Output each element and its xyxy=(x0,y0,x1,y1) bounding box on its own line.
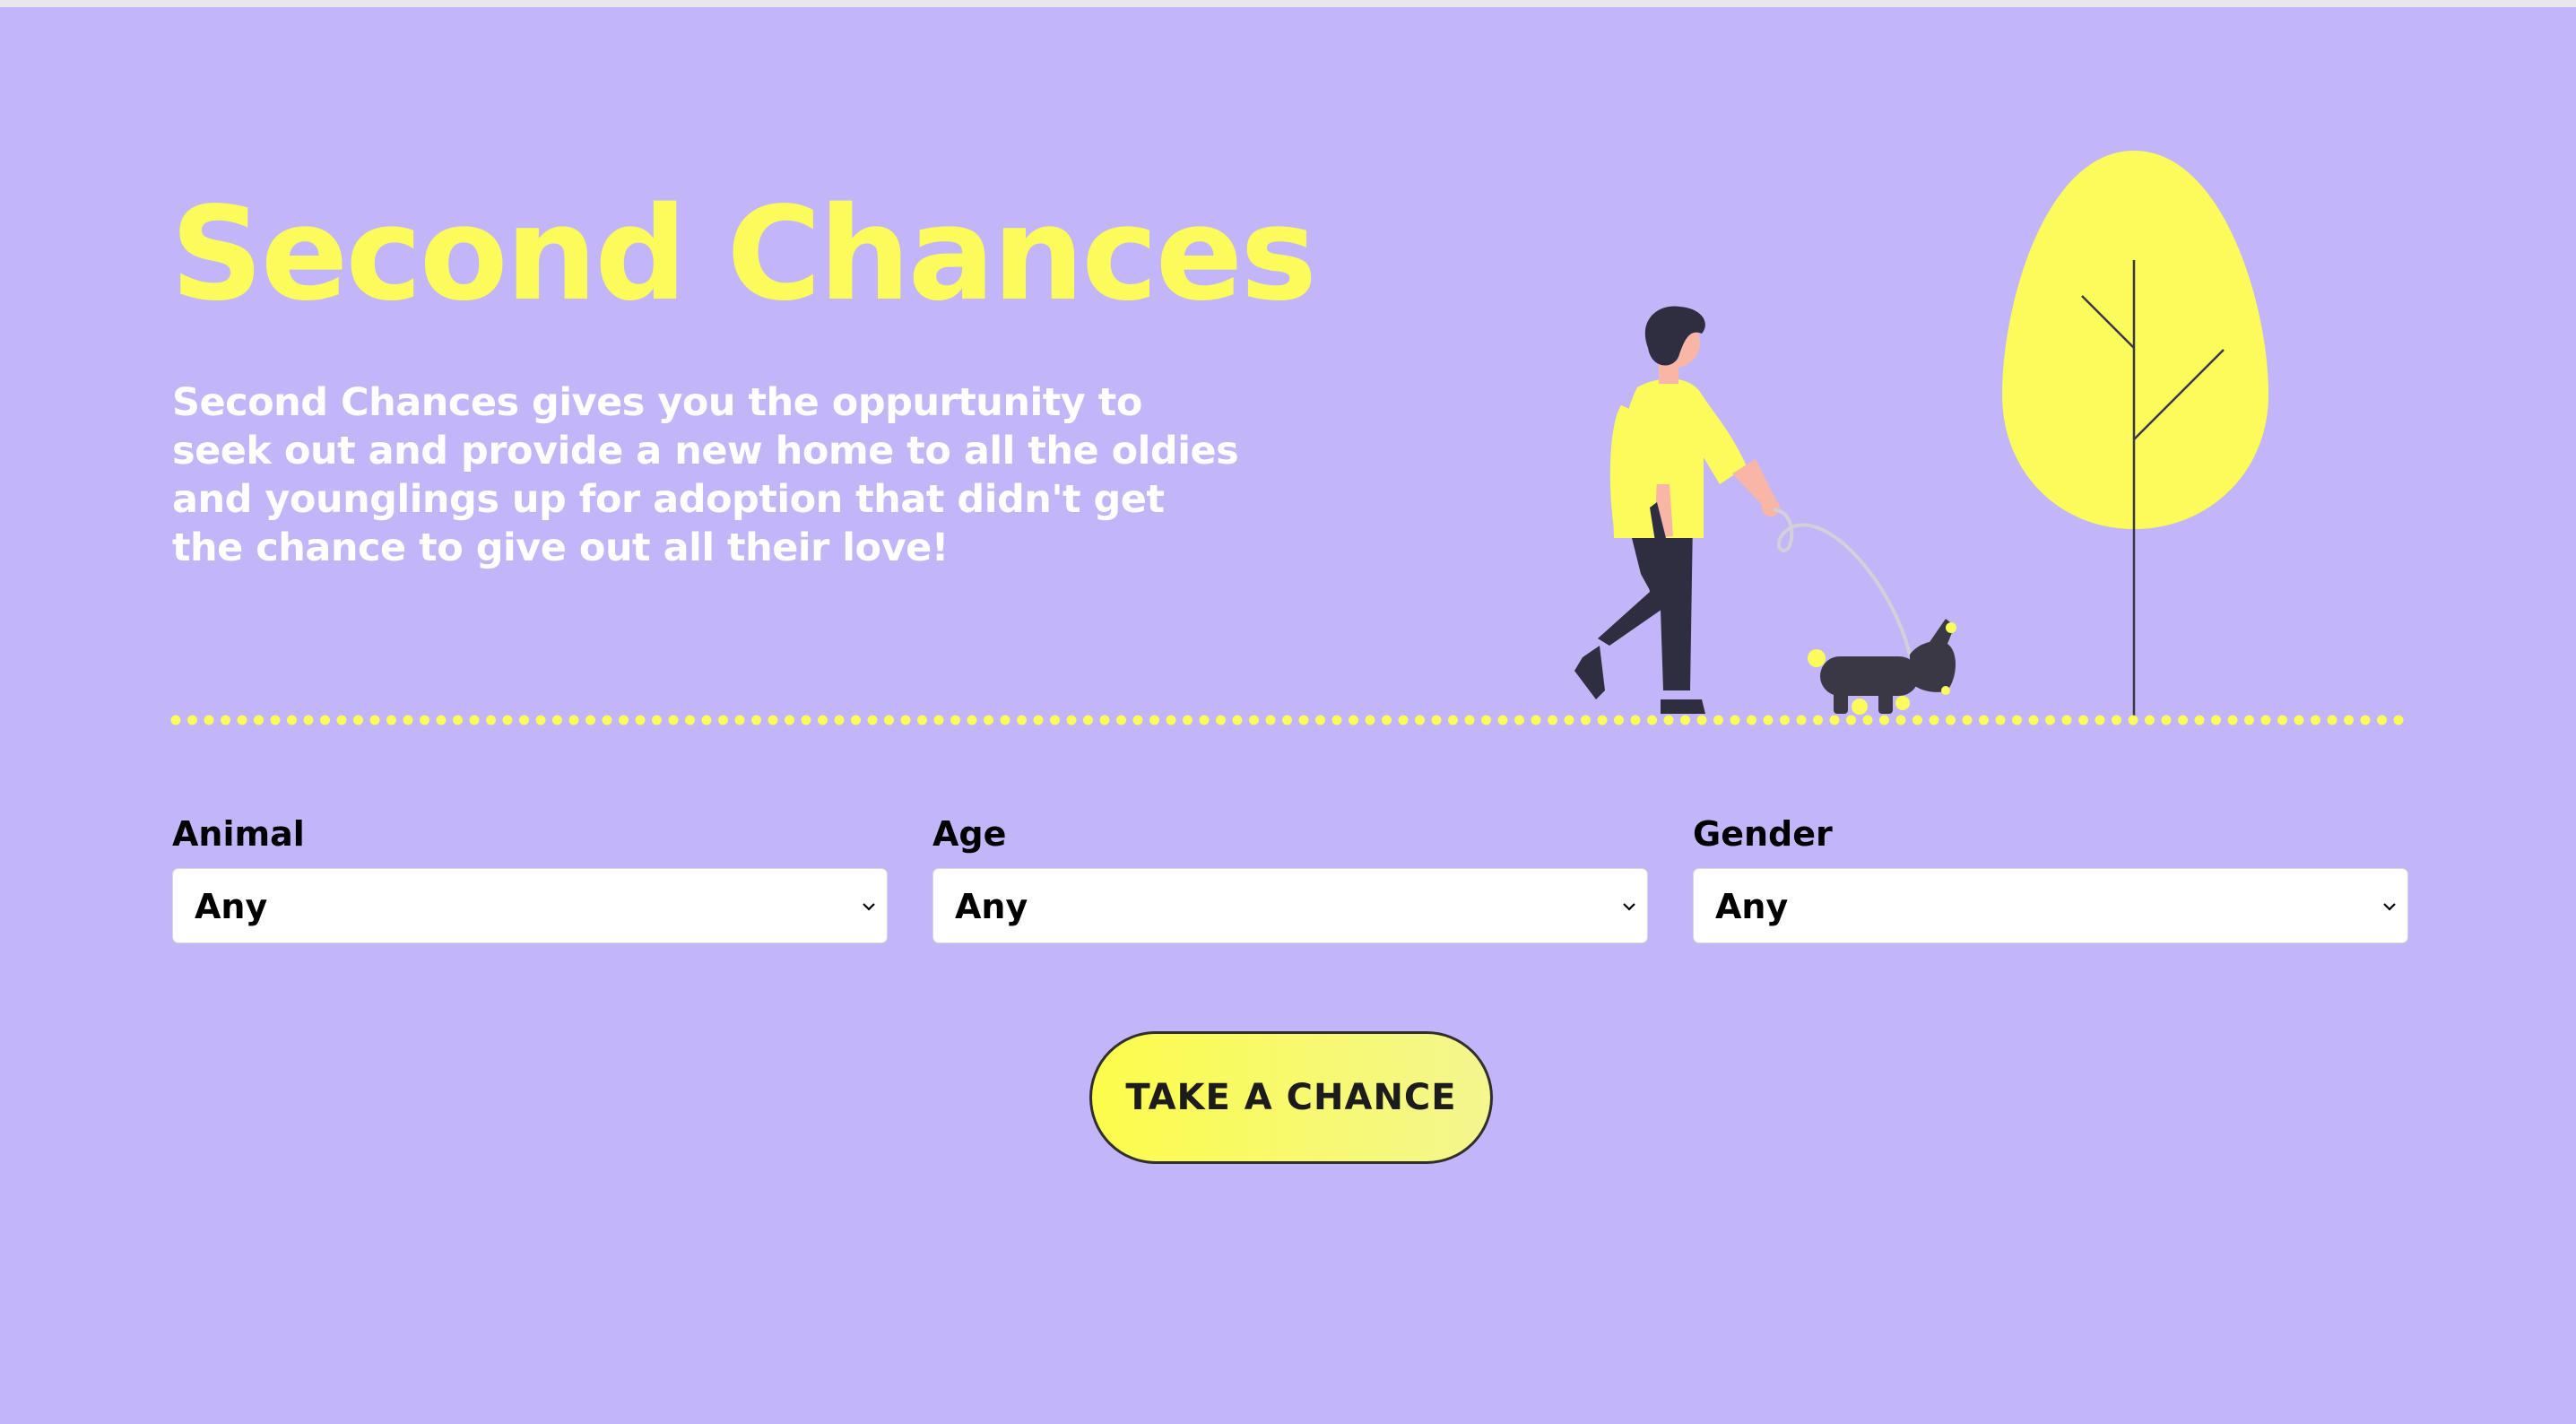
animal-filter-label: Animal xyxy=(172,814,305,854)
age-select[interactable]: Any xyxy=(932,868,1648,943)
take-a-chance-button[interactable]: TAKE A CHANCE xyxy=(1089,1031,1493,1164)
take-a-chance-label: TAKE A CHANCE xyxy=(1125,1077,1457,1118)
chevron-down-icon xyxy=(2383,903,2396,911)
animal-select[interactable]: Any xyxy=(172,868,888,943)
hero-description: Second Chances gives you the oppurtunity… xyxy=(172,380,1239,570)
age-select-value: Any xyxy=(955,887,1028,926)
top-border xyxy=(0,0,2576,7)
page-title: Second Chances xyxy=(170,178,1317,329)
person-icon xyxy=(1574,306,1912,714)
chevron-down-icon xyxy=(1623,903,1635,911)
chevron-down-icon xyxy=(863,903,875,911)
gender-select-value: Any xyxy=(1715,887,1789,926)
tree-icon xyxy=(2002,151,2268,717)
animal-select-value: Any xyxy=(195,887,268,926)
gender-select[interactable]: Any xyxy=(1693,868,2408,943)
gender-filter-label: Gender xyxy=(1693,814,1833,854)
age-filter-label: Age xyxy=(932,814,1007,854)
dog-icon xyxy=(1808,619,1956,715)
